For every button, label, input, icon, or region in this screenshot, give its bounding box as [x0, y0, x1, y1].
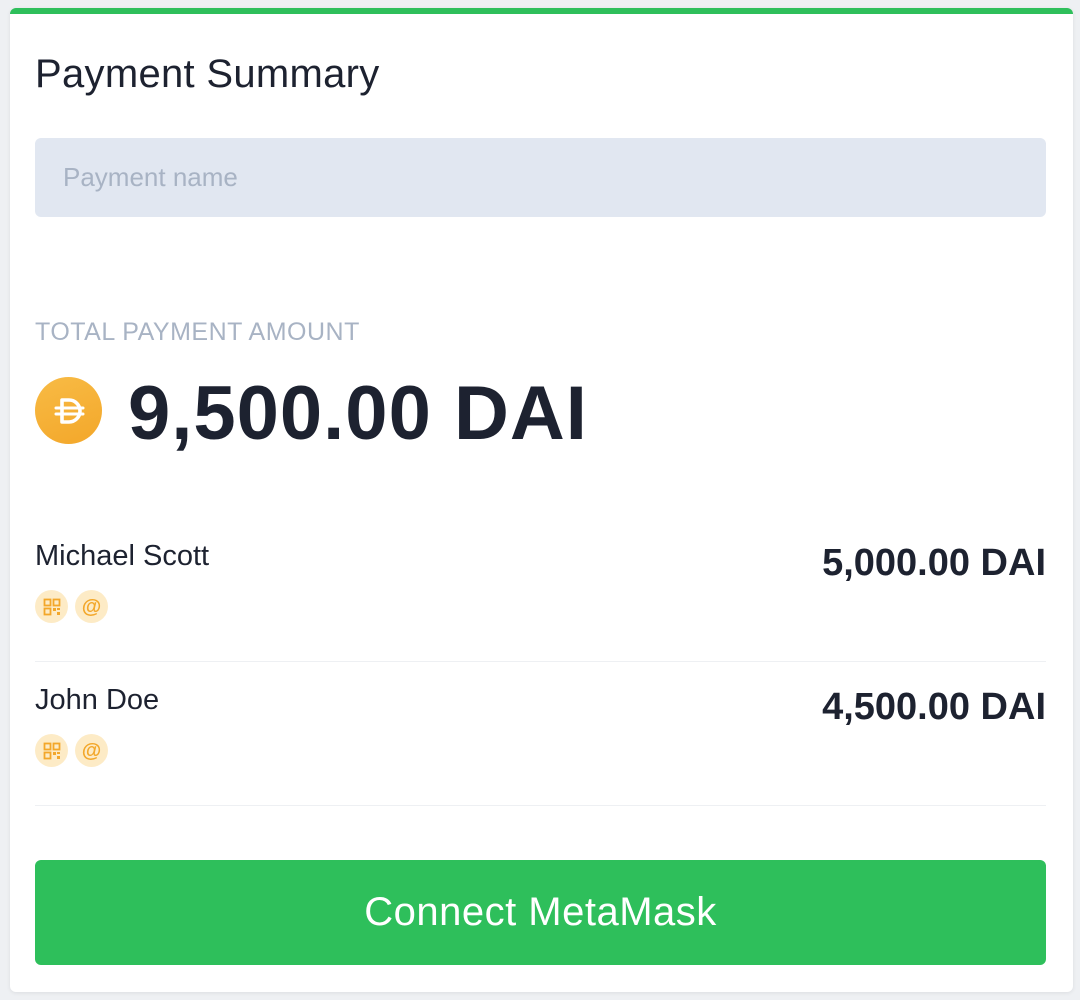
payee-name: Michael Scott: [35, 540, 210, 572]
payee-amount: 5,000.00 DAI: [822, 542, 1046, 584]
payee-name: John Doe: [35, 684, 160, 716]
at-sign-icon[interactable]: @: [75, 590, 108, 623]
payee-row: John Doe 4,500.00 DAI @: [35, 662, 1046, 806]
payee-amount: 4,500.00 DAI: [822, 686, 1046, 728]
payment-summary-card: Payment Summary TOTAL PAYMENT AMOUNT 9,5…: [10, 8, 1073, 992]
qr-code-icon[interactable]: [35, 590, 68, 623]
total-amount-value: 9,500.00 DAI: [128, 371, 588, 456]
payee-row: Michael Scott 5,000.00 DAI @: [35, 518, 1046, 662]
dai-coin-icon: [35, 377, 102, 444]
qr-code-icon[interactable]: [35, 734, 68, 767]
connect-metamask-button[interactable]: Connect MetaMask: [35, 860, 1046, 965]
at-sign-icon[interactable]: @: [75, 734, 108, 767]
page-title: Payment Summary: [35, 52, 380, 96]
total-amount-label: TOTAL PAYMENT AMOUNT: [35, 318, 360, 346]
payment-name-input[interactable]: [35, 138, 1046, 217]
